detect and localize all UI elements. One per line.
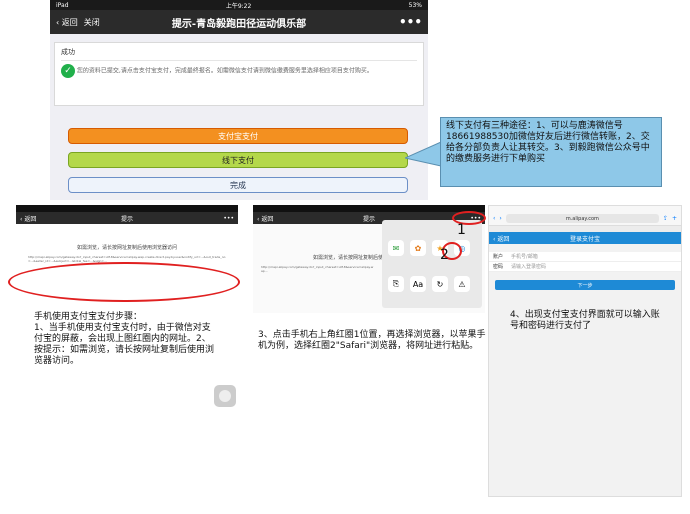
font-size-icon[interactable]: Aa [410,276,426,292]
account-field[interactable]: 账户 手机号/邮箱 [489,252,681,262]
marker-1: 1 [457,222,466,238]
offline-pay-callout: 线下支付有三种途径：1、可以与鹿涛微信号18661988530加微信好友后进行微… [440,117,662,187]
more-menu-button[interactable]: ••• [223,215,234,222]
callout-pointer [405,141,442,167]
more-menu-button[interactable]: ••• [470,215,481,222]
report-icon[interactable]: ⚠ [454,276,470,292]
screenshot-step4: ‹ › m.alipay.com ⇪ + ‹ 返回 登录支付宝 账户 手机号/邮箱… [488,205,682,497]
result-card: 成功 ✓ 您的资料已提交,请点击支付宝支付，完成最终报名。如需微信支付请到微信缴… [54,42,424,106]
offline-pay-button[interactable]: 线下支付 [68,152,408,168]
moments-icon[interactable]: ✿ [410,240,426,256]
status-device: iPad [56,1,69,9]
next-button[interactable]: 下一步 [495,280,675,290]
password-field[interactable]: 密码 请输入登录密码 [489,262,681,272]
step3-instructions: 3、点击手机右上角红圈1位置，再选择浏览器，以苹果手机为例，选择红圈2"Safa… [258,330,486,351]
result-status: 成功 [61,48,75,56]
page-title: 提示-青岛毅跑田径运动俱乐部 [171,18,307,30]
status-time: 上午9:22 [225,2,252,10]
check-icon: ✓ [61,64,75,78]
safari-toolbar: ‹ › m.alipay.com ⇪ + [489,212,681,226]
step1-instructions: 手机使用支付宝支付步骤： 1、当手机使用支付宝支付时，由于微信对支付宝的屏蔽，会… [34,312,215,366]
main-phone-screenshot: iPad 上午9:22 53% ‹ 返回 关闭 提示-青岛毅跑田径运动俱乐部 •… [50,0,428,200]
browser-tip: 如需浏览，请长按网址复制后使用浏览器访问 [76,245,177,251]
add-tab-icon[interactable]: + [672,215,677,222]
status-bar: iPad 上午9:22 53% [50,0,428,10]
copy-link-icon[interactable]: ⎘ [388,276,404,292]
alipay-button[interactable]: 支付宝支付 [68,128,408,144]
payment-url[interactable]: http://mapi.alipay.com/gateway.do?_input… [253,261,383,277]
done-button[interactable]: 完成 [68,177,408,193]
share-friend-icon[interactable]: ✉ [388,240,404,256]
refresh-icon[interactable]: ↻ [432,276,448,292]
marker-2: 2 [440,247,449,263]
share-sheet: ✉ ✿ ★ ◎ ⎘ Aa ↻ ⚠ [382,220,482,308]
forward-arrow-icon[interactable]: › [499,215,501,222]
red-circle-url [8,262,240,302]
share-icon[interactable]: ⇪ [663,215,668,222]
result-message: ✓ 您的资料已提交,请点击支付宝支付，完成最终报名。如需微信支付请到微信缴费服务… [61,64,417,78]
page-title: 提示 [120,215,133,223]
back-button[interactable]: ‹ 返回 [56,17,78,28]
back-arrow-icon[interactable]: ‹ [493,215,495,222]
status-battery: 53% [408,1,422,9]
page-title: 登录支付宝 [569,235,600,243]
nav-bar: ‹ 返回 关闭 提示-青岛毅跑田径运动俱乐部 ••• [50,10,428,34]
address-bar[interactable]: m.alipay.com [505,214,659,223]
close-button[interactable]: 关闭 [84,17,100,28]
more-menu-button[interactable]: ••• [399,15,422,29]
step4-instructions: 4、出现支付宝支付界面就可以输入账号和密码进行支付了 [510,310,660,331]
assistive-touch-button[interactable] [214,385,236,407]
